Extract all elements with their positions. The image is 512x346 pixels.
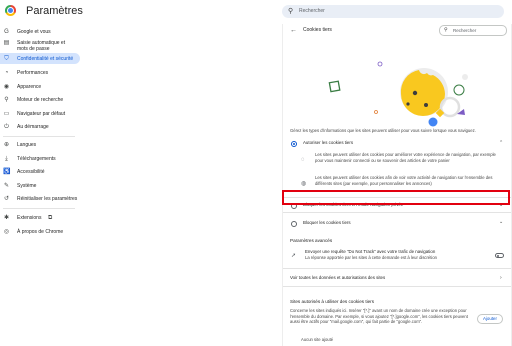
option-allow-label: Autoriser les cookies tiers: [303, 140, 354, 145]
sidebar-item-label: Système: [17, 183, 37, 189]
add-site-button[interactable]: Ajouter: [477, 314, 503, 324]
reset-icon: ↺: [3, 196, 10, 202]
radio-allow-cookies[interactable]: [291, 141, 297, 147]
illustration-square: [328, 80, 341, 93]
speedometer-icon: ◔: [4, 70, 9, 76]
illustration-dot: [374, 110, 378, 114]
chevron-right-icon[interactable]: ›: [500, 275, 502, 281]
puzzle-icon: ✱: [3, 215, 10, 221]
power-icon: ⏻: [4, 124, 9, 130]
browser-icon: ▭: [3, 111, 10, 117]
sidebar: G Google et vous ▤ Saisie automatique et…: [0, 24, 270, 346]
sidebar-item-label: Extensions: [17, 215, 42, 221]
sidebar-item-label: Google et vous: [17, 29, 51, 35]
cookie-chip: [412, 90, 418, 96]
sidebar-item-label: Saisie automatique et mots de passe: [17, 40, 66, 52]
chevron-up-icon[interactable]: ⌃: [499, 140, 503, 146]
sidebar-item-label: Moteur de recherche: [17, 97, 64, 103]
sidebar-item-label: Réinitialiser les paramètres: [17, 196, 78, 202]
allowed-sites-description: Concerne les sites indiqués ici. Insérer…: [290, 308, 468, 325]
cookie-chip: [424, 103, 428, 107]
allow-sub-benefit: Les sites peuvent utiliser des cookies p…: [315, 152, 496, 163]
sidebar-item-privacy[interactable]: ⛉ Confidentialité et sécurité: [0, 53, 80, 64]
chrome-logo-icon: [5, 5, 16, 16]
option-block-label: Bloquer les cookies tiers: [303, 220, 351, 225]
panel-search-placeholder: Rechercher: [453, 28, 477, 33]
sidebar-item-label: Confidentialité et sécurité: [17, 56, 74, 62]
allow-sub-tracking: Les sites peuvent utiliser des cookies a…: [315, 175, 493, 186]
settings-search-input[interactable]: ⚲ Rechercher: [282, 5, 504, 18]
clipboard-icon: ▤: [3, 40, 10, 46]
highlight-box: [282, 190, 510, 205]
accessibility-icon: ♿: [3, 169, 11, 175]
illustration-dot: [462, 74, 468, 80]
search-icon: ⚲: [4, 97, 9, 103]
shield-icon: ⛉: [4, 56, 9, 62]
sidebar-item-label: Accessibilité: [17, 169, 45, 175]
search-placeholder: Rechercher: [299, 8, 325, 14]
illustration-dot: [377, 61, 383, 67]
sidebar-item-label: Au démarrage: [17, 124, 49, 130]
dnt-toggle[interactable]: [495, 253, 504, 258]
allowed-sites-heading: Sites autorisés à utiliser des cookies t…: [290, 299, 374, 304]
sidebar-item-label: Téléchargements: [17, 156, 56, 162]
no-sites-text: Aucun site ajouté: [301, 337, 334, 342]
chevron-down-icon[interactable]: ⌄: [499, 219, 503, 225]
search-icon: ⚲: [288, 8, 294, 15]
section-divider: [283, 286, 511, 287]
external-link-icon: ⧉: [48, 215, 53, 221]
download-icon: ⤓: [5, 156, 8, 162]
app-title: Paramètres: [26, 5, 83, 17]
section-divider: [283, 268, 511, 269]
panel-search-input[interactable]: ⚲ Rechercher: [439, 25, 507, 36]
palette-icon: ◉: [3, 84, 10, 90]
cookies-panel: ← Cookies tiers ⚲ Rechercher Gérez les t…: [282, 24, 512, 346]
illustration-blue-dot: [428, 117, 438, 127]
sidebar-item-label: Navigateur par défaut: [17, 111, 66, 117]
sidebar-divider: [3, 136, 75, 137]
globe-icon: ⊕: [3, 142, 10, 148]
chrome-icon: ◎: [3, 229, 10, 235]
top-bar: Paramètres ⚲ Rechercher: [0, 0, 512, 24]
back-arrow-icon[interactable]: ←: [290, 27, 297, 34]
intro-text: Gérez les types d'informations que les s…: [290, 128, 476, 133]
dnt-subtitle: La réponse apportée par les sites à cett…: [305, 255, 437, 260]
cookies-illustration: [328, 61, 468, 127]
panel-title: Cookies tiers: [303, 27, 332, 33]
advanced-heading: Paramètres avancés: [290, 238, 333, 243]
sidebar-item-label: Apparence: [17, 84, 42, 90]
sidebar-divider: [3, 208, 75, 209]
cookie-icon: ◌: [301, 157, 305, 163]
search-icon: ⚲: [444, 27, 448, 33]
sidebar-item-label: Langues: [17, 142, 37, 148]
cookie-chip: [406, 102, 410, 106]
radio-block-cookies[interactable]: [291, 221, 297, 227]
option-divider: [283, 212, 511, 213]
see-all-site-data-link[interactable]: Voir toutes les données et autorisations…: [290, 275, 385, 281]
illustration-ring: [453, 84, 465, 96]
google-icon: G: [4, 29, 9, 35]
send-icon: ➚: [291, 253, 297, 259]
wrench-icon: ✎: [3, 183, 10, 189]
sidebar-item-label: Performances: [17, 70, 49, 76]
sidebar-item-label: À propos de Chrome: [17, 229, 64, 235]
eye-icon: ◍: [301, 181, 307, 187]
